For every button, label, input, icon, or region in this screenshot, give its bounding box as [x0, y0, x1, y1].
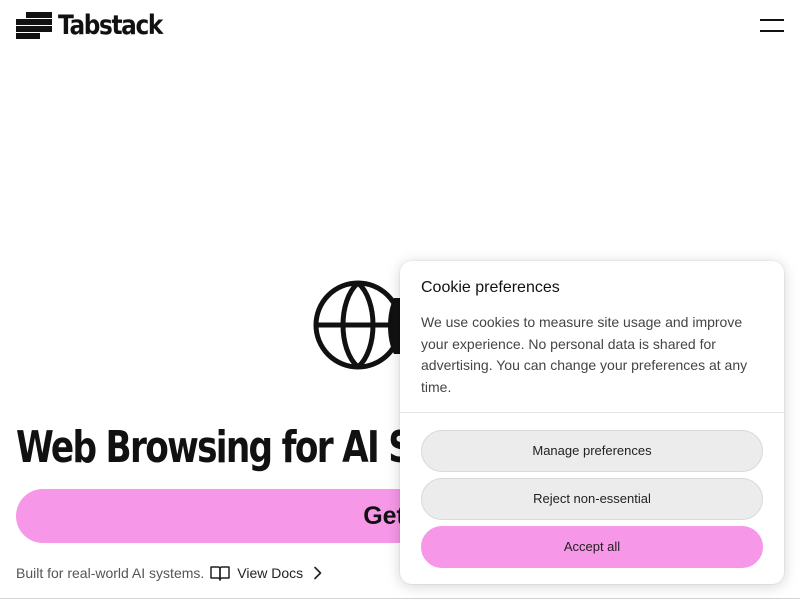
hero-tagline: Built for real-world AI systems. — [16, 565, 205, 581]
cookie-panel-divider — [400, 412, 784, 413]
hero-title: Web Browsing for AI Syst — [16, 422, 467, 473]
hamburger-menu-icon[interactable] — [760, 18, 784, 34]
reject-non-essential-button[interactable]: Reject non-essential — [421, 478, 763, 520]
accept-all-button[interactable]: Accept all — [421, 526, 763, 568]
tabstack-logo-icon — [16, 12, 52, 39]
cookie-panel-description: We use cookies to measure site usage and… — [421, 314, 748, 395]
view-docs-link[interactable]: View Docs — [210, 565, 323, 581]
globe-icon — [313, 280, 408, 370]
book-icon — [210, 566, 231, 581]
chevron-right-icon — [314, 566, 322, 580]
page-divider — [0, 598, 800, 599]
cookie-preferences-panel: Cookie preferences We use cookies to mea… — [400, 261, 784, 584]
hero-subline: Built for real-world AI systems. View Do… — [16, 563, 323, 583]
brand-logo[interactable]: Tabstack — [16, 11, 179, 41]
view-docs-label: View Docs — [237, 565, 304, 581]
site-header: Tabstack — [0, 0, 800, 52]
manage-preferences-button[interactable]: Manage preferences — [421, 430, 763, 472]
brand-name: Tabstack — [58, 10, 163, 41]
cookie-panel-title: Cookie preferences — [421, 279, 560, 296]
